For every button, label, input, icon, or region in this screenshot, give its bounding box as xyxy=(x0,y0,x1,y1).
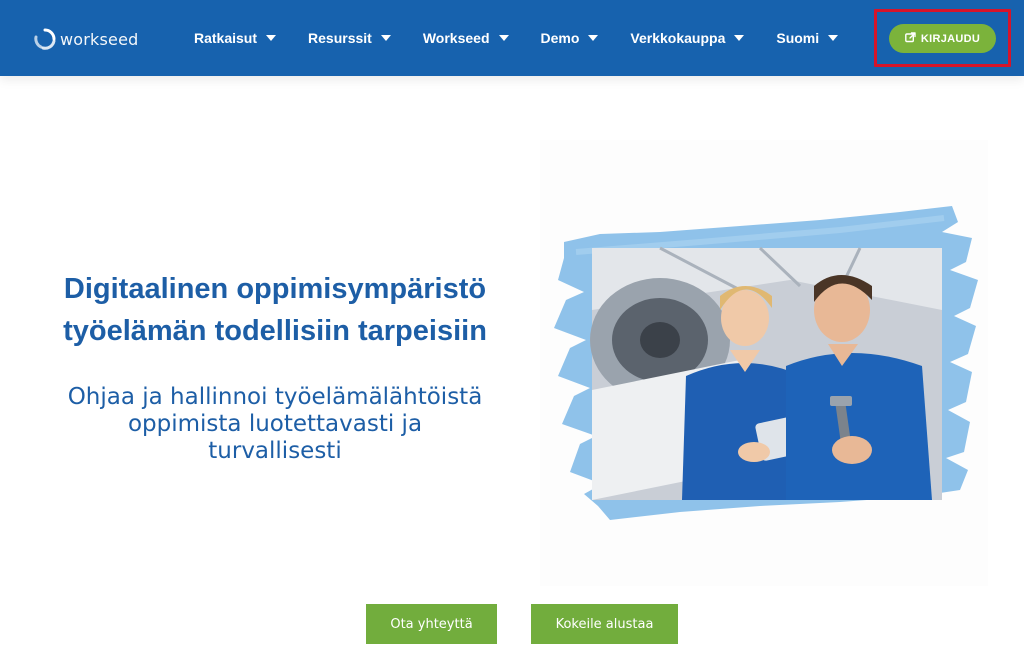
hangar-photo xyxy=(590,246,942,500)
caret-down-icon xyxy=(380,35,391,41)
workseed-logo-icon xyxy=(34,28,56,50)
nav-workseed[interactable]: Workseed xyxy=(423,30,509,46)
site-header: workseed Ratkaisut Resurssit Workseed De… xyxy=(0,0,1024,76)
nav-ratkaisut[interactable]: Ratkaisut xyxy=(194,30,277,46)
nav-verkkokauppa[interactable]: Verkkokauppa xyxy=(630,30,745,46)
logo-text: workseed xyxy=(60,29,139,49)
external-link-icon xyxy=(904,31,916,46)
nav-label: Verkkokauppa xyxy=(630,30,726,46)
nav-label: Suomi xyxy=(776,30,820,46)
hero-subtitle-line: oppimista luotettavasti ja xyxy=(127,411,423,437)
hero-title-line: Digitaalinen oppimisympäristö xyxy=(63,273,487,305)
hero-image xyxy=(540,140,988,586)
caret-down-icon xyxy=(498,35,509,41)
caret-down-icon xyxy=(588,35,599,41)
nav-demo[interactable]: Demo xyxy=(541,30,599,46)
try-platform-button[interactable]: Kokeile alustaa xyxy=(531,604,678,644)
hero-title-line: työelämän todellisiin tarpeisiin xyxy=(63,315,487,347)
hero-subtitle-line: Ohjaa ja hallinnoi työelämälähtöistä xyxy=(67,384,483,410)
hero-subtitle-line: turvallisesti xyxy=(208,438,342,464)
workseed-logo[interactable]: workseed xyxy=(34,26,139,52)
nav-label: Resurssit xyxy=(308,30,372,46)
nav-language[interactable]: Suomi xyxy=(776,30,839,46)
caret-down-icon xyxy=(266,35,277,41)
hero-subtitle: Ohjaa ja hallinnoi työelämälähtöistä opp… xyxy=(30,384,520,465)
nav-resurssit[interactable]: Resurssit xyxy=(308,30,391,46)
caret-down-icon xyxy=(828,35,839,41)
contact-button[interactable]: Ota yhteyttä xyxy=(366,604,497,644)
nav-label: Ratkaisut xyxy=(194,30,258,46)
caret-down-icon xyxy=(734,35,745,41)
hero-title: Digitaalinen oppimisympäristö työelämän … xyxy=(40,268,510,352)
login-button[interactable]: KIRJAUDU xyxy=(889,24,996,53)
main-nav: Ratkaisut Resurssit Workseed Demo Verkko… xyxy=(194,0,839,76)
nav-label: Workseed xyxy=(422,30,490,46)
hero-illustration xyxy=(554,206,978,520)
login-label: KIRJAUDU xyxy=(920,32,981,45)
nav-label: Demo xyxy=(540,30,580,46)
